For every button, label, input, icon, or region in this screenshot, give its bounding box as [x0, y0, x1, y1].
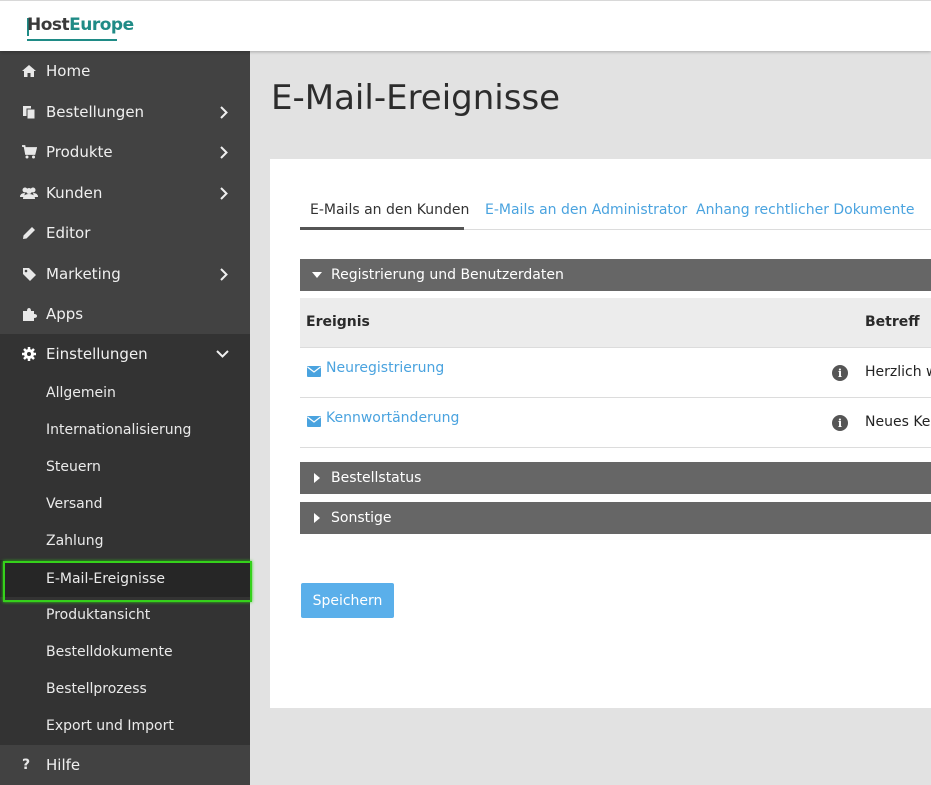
- logo[interactable]: HostEurope: [27, 15, 134, 35]
- sidebar-item-bestellungen[interactable]: Bestellungen: [0, 92, 250, 132]
- sidebar-item-produkte[interactable]: Produkte: [0, 132, 250, 172]
- save-button[interactable]: Speichern: [301, 583, 394, 618]
- top-bar: HostEurope: [0, 0, 931, 51]
- chevron-down-icon: [214, 347, 230, 361]
- active-item-highlight: [3, 561, 252, 602]
- column-header-betreff: Betreff: [865, 314, 920, 330]
- sidebar-item-label: Bestellungen: [46, 103, 145, 121]
- content-panel: E-Mails an den Kunden E-Mails an den Adm…: [270, 159, 931, 708]
- section-label: Registrierung und Benutzerdaten: [331, 267, 564, 283]
- sidebar-subitem-export-import[interactable]: Export und Import: [0, 707, 250, 744]
- chevron-right-icon: [218, 186, 230, 200]
- logo-text-host: Host: [27, 15, 70, 35]
- sidebar-subitem-bestelldokumente[interactable]: Bestelldokumente: [0, 633, 250, 670]
- page-title: E-Mail-Ereignisse: [271, 78, 561, 118]
- cart-icon: [20, 143, 38, 161]
- table-row: Neuregistrierung i Herzlich w: [300, 348, 931, 398]
- sidebar-item-label: Editor: [46, 224, 91, 242]
- sidebar-subitem-label: Internationalisierung: [46, 421, 192, 438]
- sidebar-item-hilfe[interactable]: ? Hilfe: [0, 745, 250, 785]
- sidebar-subitem-steuern[interactable]: Steuern: [0, 448, 250, 485]
- sidebar-subitem-label: Bestelldokumente: [46, 643, 173, 660]
- sidebar: Home Bestellungen Produkte Kunden Editor…: [0, 51, 252, 785]
- settings-section: Einstellungen Allgemein Internationalisi…: [0, 334, 250, 745]
- sidebar-item-label: Apps: [46, 305, 84, 323]
- users-icon: [20, 184, 38, 202]
- caret-right-icon: [312, 473, 322, 483]
- sidebar-item-marketing[interactable]: Marketing: [0, 254, 250, 294]
- sidebar-item-label: Produkte: [46, 143, 113, 161]
- event-link[interactable]: Neuregistrierung: [326, 360, 444, 376]
- tag-icon: [20, 265, 38, 283]
- chevron-right-icon: [218, 145, 230, 159]
- sidebar-item-label: Hilfe: [46, 756, 81, 774]
- logo-underline: [27, 39, 117, 41]
- section-bestellstatus[interactable]: Bestellstatus: [300, 462, 931, 494]
- sidebar-item-label: Einstellungen: [46, 345, 148, 363]
- sidebar-subitem-label: Export und Import: [46, 717, 174, 734]
- section-label: Sonstige: [331, 510, 392, 526]
- tab-emails-administrator[interactable]: E-Mails an den Administrator: [485, 202, 687, 218]
- chevron-right-icon: [218, 267, 230, 281]
- active-tab-indicator: [300, 227, 464, 230]
- subject-text: Herzlich w: [865, 364, 931, 380]
- sidebar-subitem-label: Produktansicht: [46, 606, 151, 623]
- sidebar-item-einstellungen[interactable]: Einstellungen: [0, 334, 250, 374]
- pencil-icon: [20, 224, 38, 242]
- sidebar-item-editor[interactable]: Editor: [0, 213, 250, 253]
- puzzle-icon: [20, 305, 38, 323]
- sidebar-item-label: Kunden: [46, 184, 103, 202]
- caret-down-icon: [312, 270, 322, 280]
- sidebar-item-apps[interactable]: Apps: [0, 294, 250, 334]
- sidebar-subitem-label: Zahlung: [46, 532, 104, 549]
- sidebar-subitem-zahlung[interactable]: Zahlung: [0, 522, 250, 559]
- sidebar-subitem-bestellprozess[interactable]: Bestellprozess: [0, 670, 250, 707]
- sidebar-subitem-label: Versand: [46, 495, 103, 512]
- logo-text-europe: Europe: [69, 15, 134, 35]
- section-sonstige[interactable]: Sonstige: [300, 502, 931, 534]
- question-icon: ?: [22, 757, 31, 773]
- caret-right-icon: [312, 513, 322, 523]
- event-link[interactable]: Kennwortänderung: [326, 410, 459, 426]
- tab-bar: E-Mails an den Kunden E-Mails an den Adm…: [300, 197, 931, 230]
- sidebar-subitem-allgemein[interactable]: Allgemein: [0, 374, 250, 411]
- envelope-icon: [307, 412, 321, 427]
- info-icon[interactable]: i: [832, 415, 848, 431]
- table-header: Ereignis Betreff: [300, 298, 931, 348]
- subject-text: Neues Ker: [865, 414, 931, 430]
- sidebar-item-kunden[interactable]: Kunden: [0, 173, 250, 213]
- column-header-ereignis: Ereignis: [306, 314, 370, 330]
- sidebar-subitem-versand[interactable]: Versand: [0, 485, 250, 522]
- tab-anhang-dokumente[interactable]: Anhang rechtlicher Dokumente: [696, 202, 915, 218]
- home-icon: [20, 62, 38, 80]
- sidebar-subitem-label: Steuern: [46, 458, 101, 475]
- info-icon[interactable]: i: [832, 365, 848, 381]
- sidebar-subitem-label: Bestellprozess: [46, 680, 147, 697]
- chevron-right-icon: [218, 105, 230, 119]
- tab-emails-kunden[interactable]: E-Mails an den Kunden: [310, 202, 469, 218]
- table-row: Kennwortänderung i Neues Ker: [300, 398, 931, 448]
- sidebar-subitem-label: Allgemein: [46, 384, 116, 401]
- section-registrierung[interactable]: Registrierung und Benutzerdaten: [300, 259, 931, 291]
- section-label: Bestellstatus: [331, 470, 422, 486]
- sidebar-item-home[interactable]: Home: [0, 51, 250, 91]
- envelope-icon: [307, 362, 321, 377]
- gear-icon: [20, 345, 38, 363]
- sidebar-subitem-internationalisierung[interactable]: Internationalisierung: [0, 411, 250, 448]
- orders-icon: [20, 103, 38, 121]
- sidebar-item-label: Marketing: [46, 265, 121, 283]
- sidebar-item-label: Home: [46, 62, 91, 80]
